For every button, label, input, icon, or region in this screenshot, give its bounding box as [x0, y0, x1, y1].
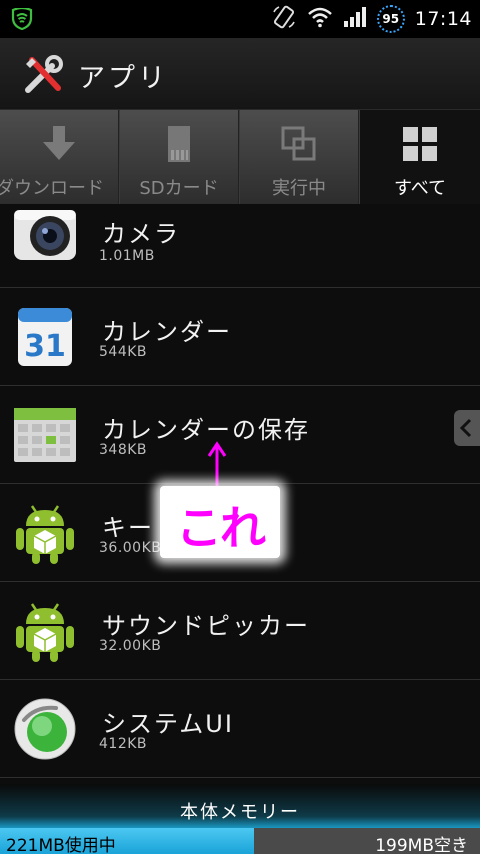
- app-name: キー: [102, 514, 154, 542]
- camera-icon: [12, 204, 78, 270]
- tab-all-label: すべて: [393, 178, 447, 199]
- app-size: 1.01MB: [99, 248, 155, 264]
- list-item-sound-picker[interactable]: サウンドピッカー 32.00KB: [0, 582, 480, 680]
- page-title: アプリ: [78, 63, 168, 94]
- battery-icon: 95: [376, 5, 405, 33]
- tab-sdcard-label: SDカード: [139, 178, 219, 199]
- arrow-left-icon: [459, 418, 472, 438]
- app-size: 412KB: [99, 736, 148, 752]
- rotate-icon: [271, 4, 297, 34]
- calendar-icon: 31: [12, 304, 78, 370]
- app-size: 36.00KB: [99, 540, 162, 556]
- app-name: サウンドピッカー: [102, 612, 310, 640]
- side-handle[interactable]: [454, 410, 480, 446]
- sony-ericsson-icon: [12, 696, 78, 762]
- list-item-camera[interactable]: カメラ 1.01MB: [0, 204, 480, 288]
- list-item-calendar[interactable]: 31 カレンダー 544KB: [0, 288, 480, 386]
- app-size: 348KB: [99, 442, 148, 458]
- app-size: 32.00KB: [99, 638, 162, 654]
- tab-running[interactable]: 実行中: [240, 110, 359, 204]
- clock: 17:14: [414, 8, 472, 30]
- calendar-storage-icon: [12, 402, 78, 468]
- android-icon: [12, 500, 78, 566]
- storage-bar: 本体メモリー 221MB使用中 199MB空き: [0, 784, 480, 854]
- android-debug-icon: [10, 6, 34, 34]
- tab-running-label: 実行中: [272, 178, 326, 199]
- tab-download-label: ダウンロード: [0, 178, 104, 199]
- sdcard-icon: [160, 124, 198, 164]
- grid-icon: [401, 124, 439, 164]
- download-icon: [40, 124, 78, 164]
- title-bar: アプリ: [0, 38, 480, 110]
- svg-text:31: 31: [24, 329, 66, 364]
- tab-bar: ダウンロード SDカード 実行中 すべて: [0, 110, 480, 204]
- app-size: 544KB: [99, 344, 148, 360]
- app-name: カレンダーの保存: [102, 416, 310, 444]
- android-icon: [12, 598, 78, 664]
- app-name: システムUI: [102, 710, 234, 738]
- storage-title: 本体メモリー: [180, 802, 300, 823]
- running-icon: [280, 124, 318, 164]
- storage-free-text: 199MB空き: [375, 836, 468, 854]
- tab-all[interactable]: すべて: [360, 110, 480, 204]
- app-name: カメラ: [102, 220, 180, 248]
- app-name: カレンダー: [102, 318, 232, 346]
- status-bar: 95 17:14: [0, 0, 480, 38]
- storage-used-text: 221MB使用中: [6, 836, 116, 854]
- list-item-calendar-storage[interactable]: カレンダーの保存 348KB: [0, 386, 480, 484]
- wifi-icon: [307, 6, 333, 32]
- annotation-box: これ: [160, 486, 280, 558]
- list-item-system-ui[interactable]: システムUI 412KB: [0, 680, 480, 778]
- annotation-text: これ: [176, 501, 266, 555]
- tab-sdcard[interactable]: SDカード: [120, 110, 239, 204]
- tools-icon: [22, 54, 64, 96]
- tab-download[interactable]: ダウンロード: [0, 110, 119, 204]
- signal-icon: [343, 6, 367, 32]
